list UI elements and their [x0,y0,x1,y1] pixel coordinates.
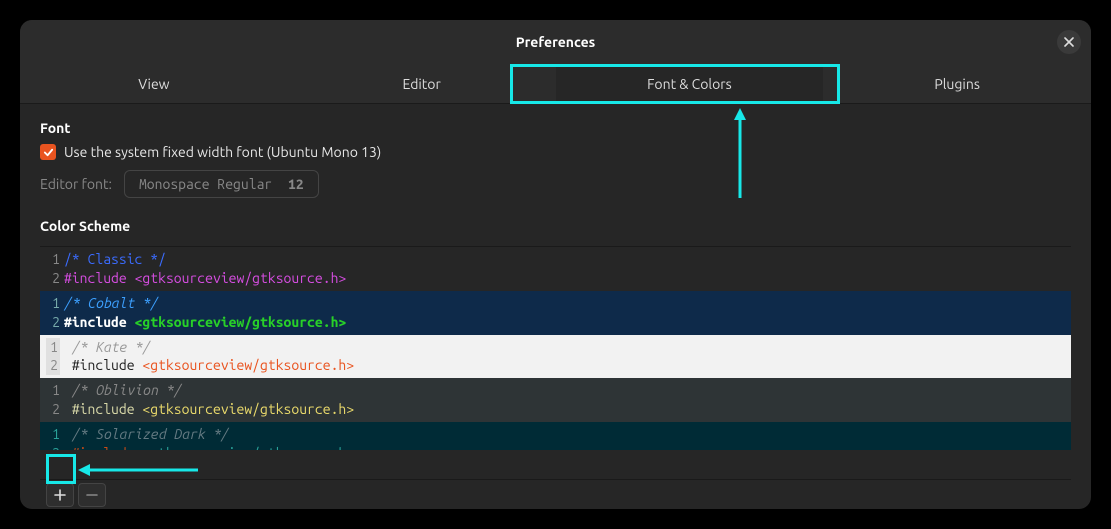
checkmark-icon [43,147,54,158]
tab-editor[interactable]: Editor [288,64,556,103]
editor-font-label: Editor font: [40,176,112,192]
use-system-font-label: Use the system fixed width font (Ubuntu … [64,144,381,160]
content-area: Font Use the system fixed width font (Ub… [20,104,1091,509]
font-heading: Font [40,120,1071,136]
tab-plugins[interactable]: Plugins [823,64,1091,103]
editor-font-row: Editor font: Monospace Regular 12 [40,170,1071,198]
scheme-solarized-dark[interactable]: 1 /* Solarized Dark */ 2 #include <gtkso… [40,422,1071,450]
color-scheme-heading: Color Scheme [40,218,1071,234]
titlebar: Preferences [20,20,1091,64]
close-button[interactable] [1057,30,1081,54]
scheme-cobalt[interactable]: 1/* Cobalt */ 2#include <gtksourceview/g… [40,291,1071,335]
window-title: Preferences [516,34,596,50]
tab-bar: View Editor Font & Colors Plugins [20,64,1091,104]
use-system-font-row[interactable]: Use the system fixed width font (Ubuntu … [40,144,1071,160]
editor-font-name: Monospace Regular [139,176,272,192]
remove-scheme-button[interactable] [78,483,106,507]
add-scheme-button[interactable] [46,483,74,507]
minus-icon [86,489,98,501]
tab-view[interactable]: View [20,64,288,103]
close-icon [1064,37,1074,47]
scheme-oblivion[interactable]: 1 /* Oblivion */ 2 #include <gtksourcevi… [40,378,1071,422]
plus-icon [54,489,66,501]
scheme-classic[interactable]: 1/* Classic */ 2#include <gtksourceview/… [40,247,1071,291]
editor-font-button[interactable]: Monospace Regular 12 [124,170,319,198]
editor-font-size: 12 [288,176,304,192]
tab-font-colors[interactable]: Font & Colors [556,64,824,103]
scheme-toolbar [40,479,1071,509]
use-system-font-checkbox[interactable] [40,144,56,160]
color-scheme-list: 1/* Classic */ 2#include <gtksourceview/… [40,246,1071,479]
preferences-window: Preferences View Editor Font & Colors Pl… [20,20,1091,509]
scheme-kate[interactable]: 1 /* Kate */ 2 #include <gtksourceview/g… [40,335,1071,379]
